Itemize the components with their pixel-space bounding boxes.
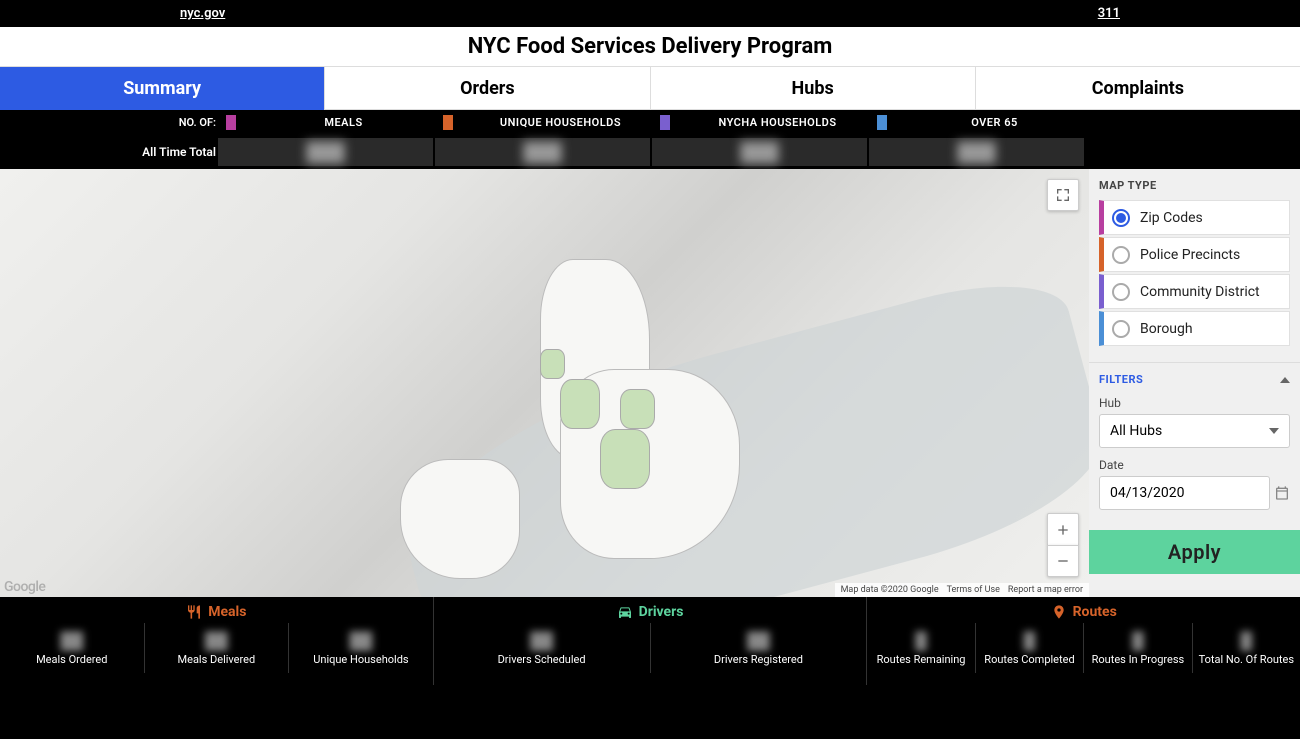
map-type-label: Police Precincts bbox=[1140, 247, 1240, 263]
stats-header-label: NO. OF: bbox=[168, 116, 216, 129]
stats-col-households: UNIQUE HOUSEHOLDS bbox=[461, 116, 660, 129]
terms-link[interactable]: Terms of Use bbox=[947, 585, 1000, 595]
hub-select-value: All Hubs bbox=[1110, 423, 1162, 439]
stat-over65-value: ███ bbox=[869, 138, 1084, 166]
bottom-stats: Meals ██Meals Ordered ██Meals Delivered … bbox=[0, 597, 1300, 685]
zoom-in-button[interactable] bbox=[1047, 513, 1079, 545]
map-type-zip-codes[interactable]: Zip Codes bbox=[1099, 200, 1290, 235]
filters-header[interactable]: FILTERS bbox=[1089, 367, 1300, 392]
radio-icon bbox=[1112, 320, 1130, 338]
stats-all-time-row: All Time Total ███ ███ ███ ███ bbox=[0, 135, 1300, 169]
tab-summary[interactable]: Summary bbox=[0, 67, 325, 110]
meals-delivered-cell: ██Meals Delivered bbox=[145, 623, 290, 673]
main-tabs: Summary Orders Hubs Complaints bbox=[0, 66, 1300, 110]
route-icon bbox=[1051, 604, 1067, 620]
hub-select[interactable]: All Hubs bbox=[1099, 414, 1290, 448]
radio-icon bbox=[1112, 283, 1130, 301]
drivers-section: Drivers ██Drivers Scheduled ██Drivers Re… bbox=[434, 597, 868, 685]
sidebar: MAP TYPE Zip Codes Police Precincts Comm… bbox=[1089, 169, 1300, 597]
routes-remaining-cell: █Routes Remaining bbox=[867, 623, 975, 673]
zoom-out-button[interactable] bbox=[1047, 545, 1079, 577]
fullscreen-button[interactable] bbox=[1047, 179, 1079, 211]
chevron-down-icon bbox=[1269, 428, 1279, 434]
bottom-spacer bbox=[0, 685, 1300, 739]
map-type-label: Community District bbox=[1140, 284, 1260, 300]
routes-section: Routes █Routes Remaining █Routes Complet… bbox=[867, 597, 1300, 685]
stats-row-label: All Time Total bbox=[140, 145, 216, 159]
title-bar: NYC Food Services Delivery Program bbox=[0, 27, 1300, 66]
tab-hubs[interactable]: Hubs bbox=[651, 67, 976, 110]
meals-section: Meals ██Meals Ordered ██Meals Delivered … bbox=[0, 597, 434, 685]
stats-col-meals: MEALS bbox=[244, 116, 443, 129]
report-map-error-link[interactable]: Report a map error bbox=[1008, 585, 1083, 595]
nycha-color-chip bbox=[660, 115, 670, 130]
google-logo: Google bbox=[4, 579, 45, 595]
radio-icon bbox=[1112, 209, 1130, 227]
map-type-borough[interactable]: Borough bbox=[1099, 311, 1290, 346]
radio-icon bbox=[1112, 246, 1130, 264]
utensils-icon bbox=[186, 604, 202, 620]
total-routes-cell: █Total No. Of Routes bbox=[1193, 623, 1300, 673]
plus-icon bbox=[1055, 522, 1071, 538]
map-canvas[interactable]: Google Map data ©2020 Google Terms of Us… bbox=[0, 169, 1089, 597]
date-value: 04/13/2020 bbox=[1110, 485, 1185, 501]
filters-title: FILTERS bbox=[1099, 373, 1143, 386]
map-type-label: Zip Codes bbox=[1140, 210, 1203, 226]
unique-households-cell: ██Unique Households bbox=[289, 623, 433, 673]
routes-title: Routes bbox=[1073, 604, 1117, 620]
tab-orders[interactable]: Orders bbox=[325, 67, 650, 110]
stats-col-over65: OVER 65 bbox=[895, 116, 1094, 129]
chevron-up-icon bbox=[1280, 377, 1290, 383]
routes-in-progress-cell: █Routes In Progress bbox=[1084, 623, 1192, 673]
stat-households-value: ███ bbox=[435, 138, 650, 166]
date-input[interactable]: 04/13/2020 bbox=[1099, 476, 1270, 510]
drivers-title: Drivers bbox=[639, 604, 684, 620]
date-label: Date bbox=[1099, 458, 1290, 472]
map-type-label: Borough bbox=[1140, 321, 1193, 337]
map-type-community-district[interactable]: Community District bbox=[1099, 274, 1290, 309]
over65-color-chip bbox=[877, 115, 887, 130]
stat-meals-value: ███ bbox=[218, 138, 433, 166]
routes-completed-cell: █Routes Completed bbox=[976, 623, 1084, 673]
apply-button[interactable]: Apply bbox=[1089, 530, 1300, 574]
meals-color-chip bbox=[226, 115, 236, 130]
drivers-scheduled-cell: ██Drivers Scheduled bbox=[434, 623, 651, 673]
hub-label: Hub bbox=[1099, 396, 1290, 410]
meals-ordered-cell: ██Meals Ordered bbox=[0, 623, 145, 673]
tab-complaints[interactable]: Complaints bbox=[976, 67, 1300, 110]
minus-icon bbox=[1055, 553, 1071, 569]
car-icon bbox=[617, 604, 633, 620]
map-type-title: MAP TYPE bbox=[1099, 179, 1290, 192]
main-content: Google Map data ©2020 Google Terms of Us… bbox=[0, 169, 1300, 597]
stat-nycha-value: ███ bbox=[652, 138, 867, 166]
households-color-chip bbox=[443, 115, 453, 130]
map-data-text: Map data ©2020 Google bbox=[841, 585, 939, 595]
stats-header: NO. OF: MEALS UNIQUE HOUSEHOLDS NYCHA HO… bbox=[0, 110, 1300, 135]
fullscreen-icon bbox=[1055, 187, 1071, 203]
page-title: NYC Food Services Delivery Program bbox=[468, 34, 833, 59]
stats-col-nycha: NYCHA HOUSEHOLDS bbox=[678, 116, 877, 129]
calendar-icon[interactable] bbox=[1274, 485, 1290, 501]
nyc-gov-link[interactable]: nyc.gov bbox=[180, 6, 225, 21]
meals-title: Meals bbox=[208, 604, 246, 620]
311-link[interactable]: 311 bbox=[1098, 6, 1120, 21]
top-bar: nyc.gov 311 bbox=[0, 0, 1300, 27]
map-attribution: Map data ©2020 Google Terms of Use Repor… bbox=[835, 583, 1089, 597]
drivers-registered-cell: ██Drivers Registered bbox=[651, 623, 867, 673]
map-type-police-precincts[interactable]: Police Precincts bbox=[1099, 237, 1290, 272]
